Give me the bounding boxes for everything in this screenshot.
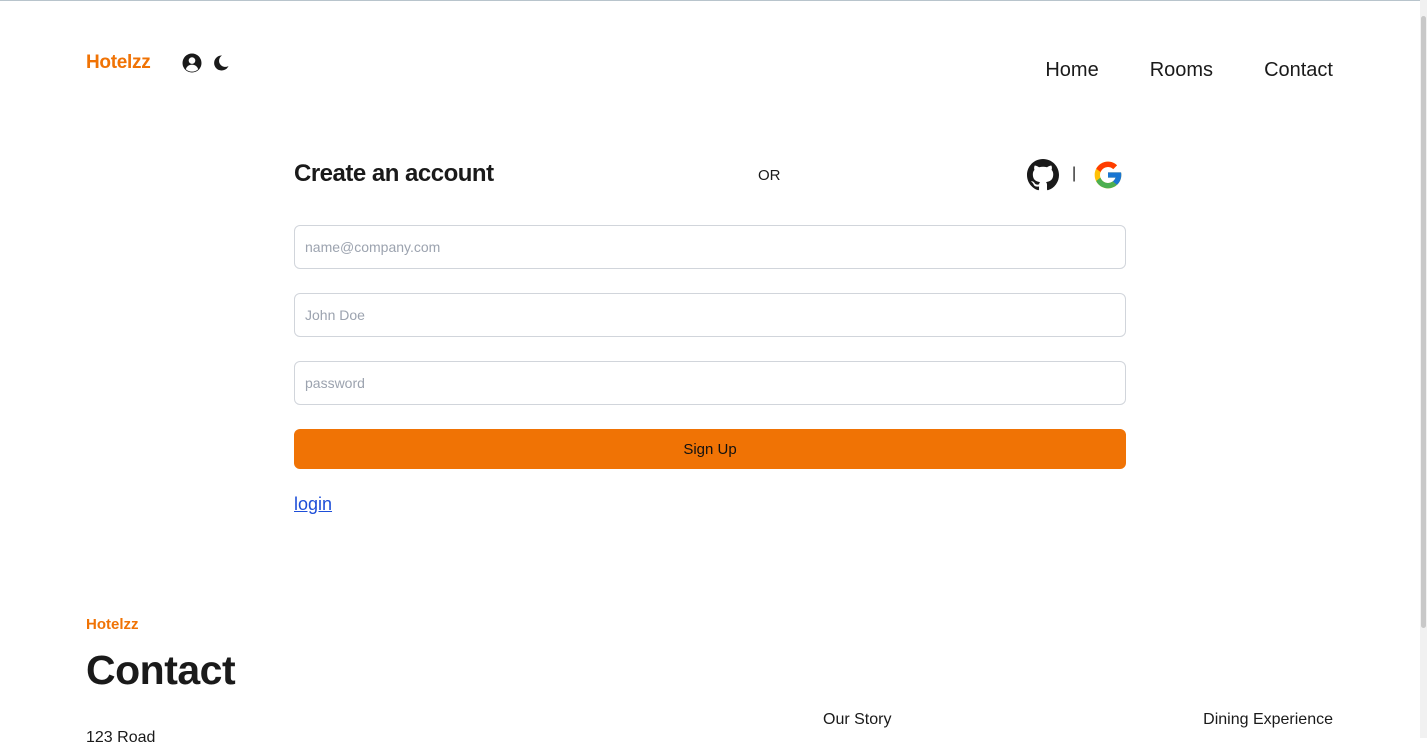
password-field[interactable] (294, 361, 1126, 405)
moon-icon[interactable] (211, 53, 231, 73)
main-nav: Home Rooms Contact (1045, 59, 1333, 82)
nav-rooms[interactable]: Rooms (1150, 59, 1213, 82)
brand-logo[interactable]: Hotelzz (86, 52, 151, 74)
footer-title: Contact (86, 647, 236, 693)
social-separator: | (1072, 165, 1077, 182)
nav-contact[interactable]: Contact (1264, 59, 1333, 82)
email-field[interactable] (294, 225, 1126, 269)
or-divider: OR (758, 167, 781, 184)
footer-link-dining[interactable]: Dining Experience (1203, 711, 1333, 729)
footer-address: 123 Road (86, 729, 156, 746)
nav-home[interactable]: Home (1045, 59, 1098, 82)
login-link[interactable]: login (294, 494, 332, 515)
footer-brand: Hotelzz (86, 616, 139, 633)
vertical-scrollbar[interactable] (1420, 0, 1427, 738)
signup-title: Create an account (294, 160, 494, 187)
footer-link-our-story[interactable]: Our Story (823, 711, 891, 729)
github-icon[interactable] (1027, 159, 1059, 191)
google-icon[interactable] (1092, 159, 1124, 191)
user-circle-icon[interactable] (182, 53, 202, 73)
sign-up-button[interactable]: Sign Up (294, 429, 1126, 469)
window-top-border (0, 0, 1427, 1)
scrollbar-thumb[interactable] (1421, 16, 1426, 628)
name-field[interactable] (294, 293, 1126, 337)
